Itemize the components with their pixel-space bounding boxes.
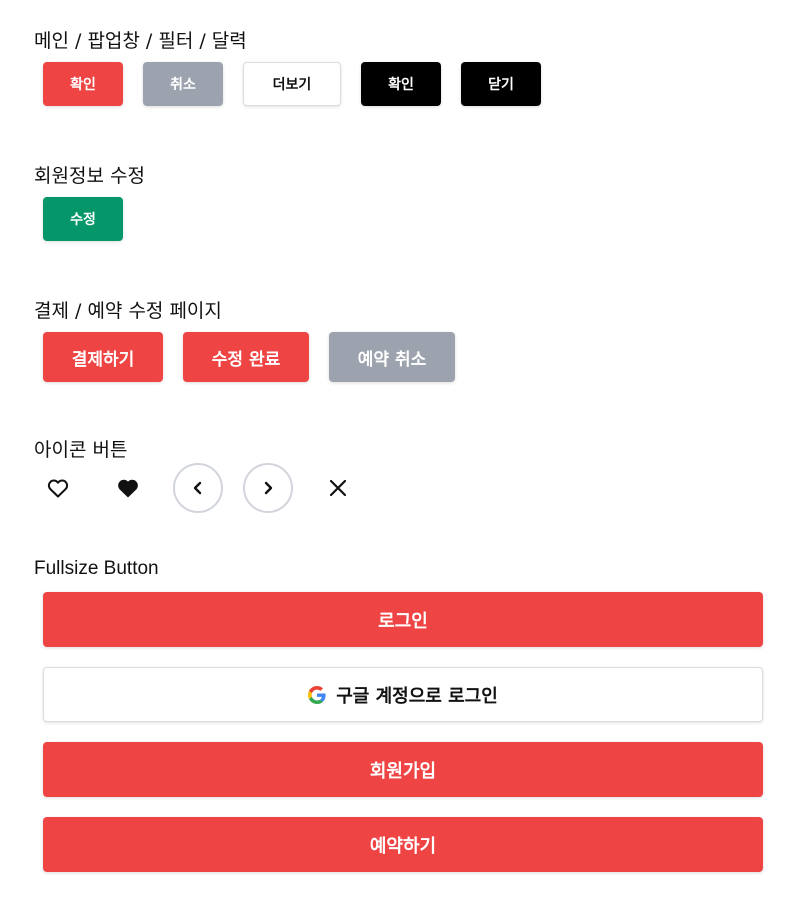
google-login-label: 구글 계정으로 로그인	[336, 685, 498, 707]
heart-outline-button[interactable]	[33, 463, 83, 513]
signup-button[interactable]: 회원가입	[43, 742, 763, 797]
section-title-member-edit: 회원정보 수정	[34, 165, 145, 187]
reserve-button[interactable]: 예약하기	[43, 817, 763, 872]
edit-button[interactable]: 수정	[43, 197, 123, 241]
login-button[interactable]: 로그인	[43, 592, 763, 647]
edit-done-button[interactable]: 수정 완료	[183, 332, 309, 382]
section-title-icon-buttons: 아이콘 버튼	[34, 439, 128, 461]
next-button[interactable]	[243, 463, 293, 513]
chevron-right-icon	[264, 481, 273, 495]
pay-button[interactable]: 결제하기	[43, 332, 163, 382]
close-icon	[329, 479, 347, 497]
close-button[interactable]: 닫기	[461, 62, 541, 106]
google-login-button[interactable]: 구글 계정으로 로그인	[43, 667, 763, 722]
confirm-dark-button[interactable]: 확인	[361, 62, 441, 106]
cancel-reservation-button[interactable]: 예약 취소	[329, 332, 455, 382]
section-title-main-popup: 메인 / 팝업창 / 필터 / 달력	[34, 30, 247, 52]
more-button[interactable]: 더보기	[243, 62, 341, 106]
section-title-payment: 결제 / 예약 수정 페이지	[34, 300, 222, 322]
confirm-button[interactable]: 확인	[43, 62, 123, 106]
cancel-button[interactable]: 취소	[143, 62, 223, 106]
section-title-fullsize: Fullsize Button	[34, 558, 159, 579]
heart-outline-icon	[47, 479, 69, 498]
heart-filled-button[interactable]	[103, 463, 153, 513]
prev-button[interactable]	[173, 463, 223, 513]
google-login-content: 구글 계정으로 로그인	[308, 682, 498, 708]
chevron-left-icon	[193, 481, 202, 495]
google-icon	[308, 685, 326, 704]
heart-filled-icon	[118, 479, 138, 498]
close-icon-button[interactable]	[313, 463, 363, 513]
